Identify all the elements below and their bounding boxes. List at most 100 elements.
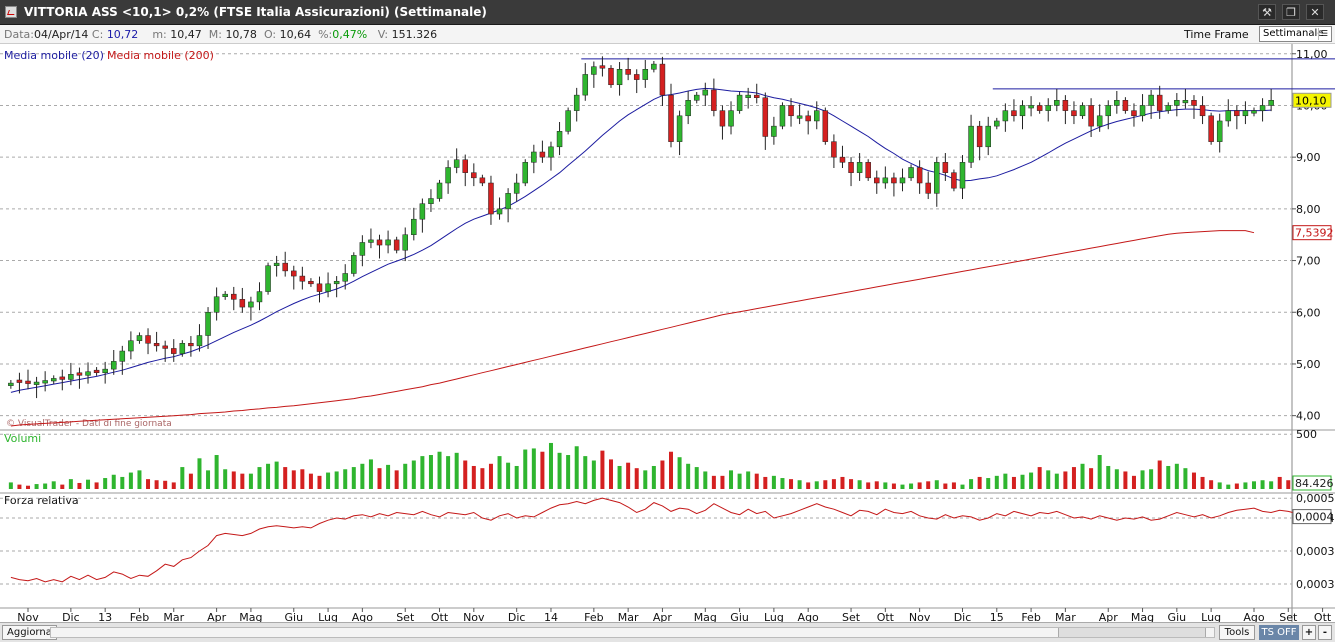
- x-tick-label: Ott: [1314, 611, 1332, 622]
- volume-bar: [488, 463, 493, 489]
- volume-bar: [1191, 472, 1196, 489]
- tools-wrench-icon[interactable]: ⚒: [1258, 4, 1276, 20]
- x-tick-label: Feb: [130, 611, 149, 622]
- candle-body: [153, 343, 160, 347]
- volume-bar: [1003, 473, 1008, 489]
- timeframe-value: Settimanale: [1263, 28, 1324, 39]
- candle-body: [736, 94, 743, 111]
- volume-bar: [1089, 468, 1094, 489]
- y-tick-label: 8,00: [1296, 203, 1321, 216]
- restore-icon[interactable]: ❐: [1282, 4, 1300, 20]
- volume-bar: [103, 478, 108, 489]
- volume-bar: [317, 475, 322, 489]
- volume-bar: [343, 469, 348, 489]
- candle-body: [882, 177, 889, 184]
- candle-body: [136, 335, 143, 341]
- timeframe-select[interactable]: Settimanale ☰: [1259, 26, 1332, 42]
- rs-title: Forza relativa: [4, 494, 79, 507]
- volume-bar: [146, 479, 151, 489]
- scrollbar-thumb[interactable]: [1058, 628, 1206, 637]
- volume-bar: [669, 451, 674, 489]
- volume-bar: [857, 480, 862, 489]
- chart-area[interactable]: 11,0010,009,008,007,006,005,004,00Media …: [0, 44, 1335, 624]
- rs-last-label: 0,0004: [1295, 511, 1334, 524]
- tools-button[interactable]: Tools: [1219, 625, 1255, 640]
- volume-bar: [454, 452, 459, 489]
- timeframe-label: Time Frame: [1184, 28, 1249, 41]
- candle-body: [916, 167, 923, 184]
- x-tick-label: 13: [98, 611, 112, 622]
- candle-body: [445, 167, 451, 184]
- candle-body: [556, 131, 563, 148]
- close-icon[interactable]: ✕: [1306, 4, 1324, 20]
- candle-body: [33, 381, 40, 385]
- candle-body: [1036, 105, 1043, 111]
- candle-body: [1062, 100, 1069, 111]
- volume-bar: [506, 462, 511, 489]
- candle-body: [1174, 100, 1180, 106]
- chart-svg[interactable]: 11,0010,009,008,007,006,005,004,00Media …: [0, 44, 1335, 624]
- volume-bar: [266, 463, 271, 489]
- volume-bar: [823, 480, 828, 489]
- candle-body: [1028, 105, 1034, 109]
- volume-bar: [437, 451, 442, 489]
- volume-bar: [540, 451, 545, 489]
- zoom-out-button[interactable]: -: [1318, 625, 1332, 640]
- candle-body: [1225, 110, 1232, 122]
- volume-bar: [583, 456, 588, 489]
- volume-bar: [1269, 481, 1274, 489]
- ts-off-toggle[interactable]: TS OFF: [1259, 625, 1299, 640]
- volume-bar: [591, 460, 596, 489]
- x-tick-label: Set: [396, 611, 415, 622]
- volume-bar: [789, 479, 794, 489]
- x-tick-label: Dic: [508, 611, 526, 622]
- volume-bar: [720, 475, 725, 489]
- volume-bar: [497, 456, 502, 489]
- volume-bar: [986, 478, 991, 489]
- volume-bar: [1080, 463, 1085, 489]
- volume-bar: [1071, 467, 1076, 489]
- x-tick-label: Giu: [1168, 611, 1187, 622]
- volume-bar: [471, 465, 476, 489]
- refresh-button[interactable]: Aggiorna: [2, 625, 57, 640]
- candle-body: [719, 110, 726, 127]
- volume-bar: [634, 468, 639, 489]
- volume-bar: [351, 467, 356, 489]
- candle-body: [25, 380, 31, 384]
- volume-bar: [1046, 470, 1051, 489]
- candle-body: [856, 162, 863, 173]
- volume-bar: [1209, 480, 1214, 489]
- candle-body: [676, 115, 683, 142]
- volume-bar: [214, 455, 219, 489]
- volume-bar: [926, 481, 931, 489]
- x-tick-label: Apr: [653, 611, 673, 622]
- candle-body: [1096, 115, 1103, 127]
- candle-body: [539, 151, 546, 158]
- volume-bar: [874, 481, 879, 489]
- candle-body: [1191, 100, 1197, 106]
- x-tick-label: Mar: [618, 611, 639, 622]
- candle-body: [16, 379, 23, 383]
- volume-bar: [1131, 475, 1136, 489]
- zoom-in-button[interactable]: +: [1302, 625, 1316, 640]
- y-tick-label: 7,00: [1296, 255, 1321, 268]
- chart-scrollbar[interactable]: [50, 627, 1215, 638]
- volume-bar: [411, 460, 416, 489]
- volume-bar: [1234, 483, 1239, 489]
- candle-body: [171, 348, 177, 354]
- candle-body: [188, 343, 194, 347]
- candle-body: [1131, 110, 1137, 117]
- x-tick-label: Lug: [764, 611, 784, 622]
- candle-body: [985, 125, 991, 148]
- candle-body: [222, 293, 228, 297]
- volume-bar: [523, 449, 528, 489]
- volume-bar: [1260, 480, 1265, 489]
- candle-body: [393, 239, 400, 251]
- x-tick-label: Feb: [584, 611, 603, 622]
- candle-body: [68, 374, 74, 380]
- y-tick-label: 4,00: [1296, 410, 1321, 423]
- volume-bar: [780, 478, 785, 489]
- volume-bar: [1149, 469, 1154, 489]
- candle-body: [119, 350, 126, 362]
- candle-body: [145, 335, 151, 344]
